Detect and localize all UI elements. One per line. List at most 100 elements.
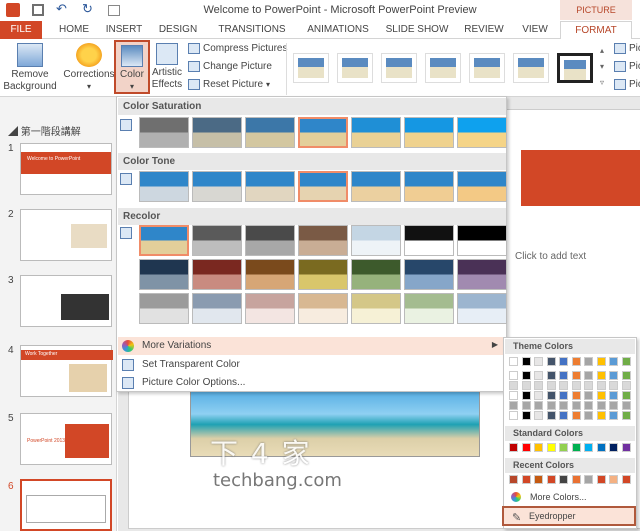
color-swatch[interactable] — [609, 357, 618, 366]
color-swatch[interactable] — [584, 475, 593, 484]
color-swatch[interactable] — [559, 411, 568, 420]
color-swatch[interactable] — [596, 381, 606, 390]
color-variant-thumbnail[interactable] — [351, 293, 401, 324]
color-variant-thumbnail[interactable] — [404, 225, 454, 256]
color-variant-thumbnail[interactable] — [192, 117, 242, 148]
tab-view[interactable]: VIEW — [516, 21, 554, 39]
color-swatch[interactable] — [621, 391, 631, 400]
color-swatch[interactable] — [596, 411, 606, 420]
slide-thumbnail-1[interactable]: Welcome to PowerPoint — [20, 143, 112, 195]
color-swatch[interactable] — [609, 401, 618, 410]
color-variant-thumbnail[interactable] — [245, 293, 295, 324]
slide-thumbnail-4[interactable]: Work Together — [20, 345, 113, 397]
color-variant-thumbnail[interactable] — [245, 259, 295, 290]
color-swatch[interactable] — [621, 443, 631, 452]
tab-design[interactable]: DESIGN — [152, 21, 204, 39]
color-variant-thumbnail[interactable] — [245, 225, 295, 256]
color-swatch[interactable] — [521, 371, 531, 380]
color-variant-thumbnail[interactable] — [139, 225, 189, 256]
picture-style-6[interactable] — [513, 53, 549, 83]
color-swatch[interactable] — [534, 357, 543, 366]
section-header[interactable]: ◢ 第一階段講解 — [8, 123, 81, 138]
color-variant-thumbnail[interactable] — [351, 225, 401, 256]
tab-insert[interactable]: INSERT — [100, 21, 148, 39]
set-transparent-color-menu-item[interactable]: Set Transparent Color — [118, 356, 506, 374]
color-swatch[interactable] — [546, 401, 556, 410]
compress-pictures-button[interactable]: Compress Pictures — [188, 43, 287, 54]
color-swatch[interactable] — [546, 391, 556, 400]
slide-thumbnail-6[interactable] — [20, 479, 112, 531]
color-swatch[interactable] — [546, 443, 556, 452]
color-swatch[interactable] — [571, 391, 581, 400]
picture-color-options-menu-item[interactable]: Picture Color Options... — [118, 374, 506, 392]
picture-style-1[interactable] — [293, 53, 329, 83]
more-colors-menu-item[interactable]: More Colors... — [505, 489, 635, 505]
color-variant-thumbnail[interactable] — [457, 225, 507, 256]
color-swatch[interactable] — [596, 357, 606, 366]
slide-thumbnail-2[interactable] — [20, 209, 112, 261]
color-swatch[interactable] — [534, 391, 543, 400]
color-variant-thumbnail[interactable] — [404, 293, 454, 324]
color-swatch[interactable] — [621, 475, 631, 484]
tab-transitions[interactable]: TRANSITIONS — [212, 21, 292, 39]
color-swatch[interactable] — [509, 357, 518, 366]
tab-home[interactable]: HOME — [52, 21, 96, 39]
color-variant-thumbnail[interactable] — [139, 171, 189, 202]
color-variant-thumbnail[interactable] — [192, 293, 242, 324]
color-swatch[interactable] — [609, 443, 618, 452]
color-swatch[interactable] — [546, 357, 556, 366]
color-swatch[interactable] — [521, 401, 531, 410]
color-swatch[interactable] — [596, 371, 606, 380]
color-variant-thumbnail[interactable] — [457, 117, 507, 148]
color-variant-thumbnail[interactable] — [139, 293, 189, 324]
color-swatch[interactable] — [621, 401, 631, 410]
color-swatch[interactable] — [521, 357, 531, 366]
color-variant-thumbnail[interactable] — [298, 117, 348, 148]
color-swatch[interactable] — [571, 475, 581, 484]
color-swatch[interactable] — [571, 443, 581, 452]
color-swatch[interactable] — [609, 475, 618, 484]
color-swatch[interactable] — [559, 401, 568, 410]
color-swatch[interactable] — [571, 401, 581, 410]
picture-style-2[interactable] — [337, 53, 373, 83]
color-swatch[interactable] — [584, 411, 593, 420]
eyedropper-menu-item[interactable]: ✎ Eyedropper — [502, 506, 636, 526]
color-swatch[interactable] — [609, 411, 618, 420]
style-gallery-scroll[interactable]: ▴ ▾ ▿ — [596, 43, 608, 91]
color-swatch[interactable] — [559, 381, 568, 390]
color-variant-thumbnail[interactable] — [404, 259, 454, 290]
picture-style-3[interactable] — [381, 53, 417, 83]
text-placeholder[interactable]: Click to add text — [515, 251, 586, 262]
color-swatch[interactable] — [596, 391, 606, 400]
color-swatch[interactable] — [584, 357, 593, 366]
color-swatch[interactable] — [609, 391, 618, 400]
color-variant-thumbnail[interactable] — [457, 259, 507, 290]
color-swatch[interactable] — [621, 381, 631, 390]
color-variant-thumbnail[interactable] — [192, 225, 242, 256]
color-variant-thumbnail[interactable] — [298, 293, 348, 324]
tab-animations[interactable]: ANIMATIONS — [300, 21, 376, 39]
color-swatch[interactable] — [621, 357, 631, 366]
color-variant-thumbnail[interactable] — [351, 171, 401, 202]
color-swatch[interactable] — [546, 411, 556, 420]
color-swatch[interactable] — [521, 475, 531, 484]
color-swatch[interactable] — [571, 357, 581, 366]
color-swatch[interactable] — [559, 475, 568, 484]
remove-background-button[interactable]: Remove Background — [2, 43, 58, 93]
color-swatch[interactable] — [596, 443, 606, 452]
color-swatch[interactable] — [534, 443, 543, 452]
picture-effects-button[interactable]: Pic — [614, 61, 640, 72]
color-variant-thumbnail[interactable] — [298, 171, 348, 202]
tab-review[interactable]: REVIEW — [460, 21, 508, 39]
color-variant-thumbnail[interactable] — [457, 171, 507, 202]
color-swatch[interactable] — [521, 411, 531, 420]
color-variant-thumbnail[interactable] — [192, 171, 242, 202]
picture-layout-button[interactable]: Pic — [614, 79, 640, 90]
corrections-button[interactable]: Corrections ▾ — [62, 43, 116, 93]
change-picture-button[interactable]: Change Picture — [188, 61, 272, 72]
more-variations-menu-item[interactable]: More Variations ▶ — [118, 337, 506, 355]
artistic-effects-button[interactable]: Artistic Effects — [150, 43, 184, 91]
color-variant-thumbnail[interactable] — [351, 117, 401, 148]
color-swatch[interactable] — [621, 371, 631, 380]
color-swatch[interactable] — [546, 475, 556, 484]
